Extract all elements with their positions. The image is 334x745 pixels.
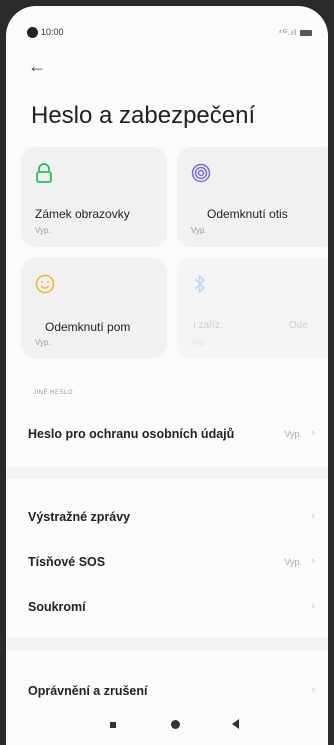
chevron-right-icon: › bbox=[311, 555, 315, 567]
tile-status: Vyp. bbox=[191, 226, 207, 235]
tile-label-secondary: Ode bbox=[289, 320, 308, 331]
row-privacy-password[interactable]: Heslo pro ochranu osobních údajů Vyp. › bbox=[6, 418, 328, 452]
home-circle-icon[interactable] bbox=[171, 720, 180, 729]
signal-indicator: ⁴ᴳ.ıl bbox=[278, 28, 312, 37]
tile-face-unlock[interactable]: Odemknutí pom Vyp. bbox=[21, 258, 167, 358]
row-alerts[interactable]: Výstražné zprávy › bbox=[6, 501, 328, 535]
battery-icon bbox=[300, 29, 312, 36]
bluetooth-icon bbox=[194, 274, 206, 294]
tile-status: Vyp. bbox=[191, 338, 207, 347]
row-label: Výstražné zprávy bbox=[28, 510, 131, 524]
row-label: Soukromí bbox=[28, 600, 86, 614]
status-time: 10:00 bbox=[41, 27, 64, 37]
row-permissions-revocation[interactable]: Oprávnění a zrušení › bbox=[6, 675, 328, 709]
chevron-right-icon: › bbox=[311, 427, 315, 439]
chevron-right-icon: › bbox=[311, 510, 315, 522]
section-header-other-password: JINÉ HESLO bbox=[33, 390, 74, 396]
row-label: Oprávnění a zrušení bbox=[28, 684, 148, 698]
signal-icon: ⁴ᴳ.ıl bbox=[278, 28, 297, 37]
lock-icon bbox=[36, 163, 52, 183]
tile-bluetooth-unlock[interactable]: ı zaříz. Ode Vyp. bbox=[177, 258, 328, 358]
row-label: Heslo pro ochranu osobních údajů bbox=[28, 427, 235, 441]
recents-square-icon[interactable] bbox=[110, 722, 116, 728]
tile-label: Odemknutí pom bbox=[45, 320, 131, 334]
back-triangle-icon[interactable] bbox=[232, 719, 239, 729]
tile-label: Zámek obrazovky bbox=[35, 207, 130, 221]
row-value: Vyp. bbox=[284, 557, 302, 567]
page-title: Heslo a zabezpečení bbox=[31, 102, 256, 129]
tile-status: Vyp. bbox=[35, 338, 51, 347]
row-label: Tísňové SOS bbox=[28, 555, 106, 569]
face-icon bbox=[35, 274, 55, 294]
camera-cutout bbox=[27, 27, 38, 38]
chevron-right-icon: › bbox=[311, 600, 315, 612]
row-emergency-sos[interactable]: Tísňové SOS Vyp. › bbox=[6, 546, 328, 580]
row-privacy[interactable]: Soukromí › bbox=[6, 591, 328, 625]
fingerprint-icon bbox=[191, 163, 211, 183]
back-arrow-icon[interactable]: ← bbox=[28, 56, 46, 77]
tile-label: ı zaříz. bbox=[193, 320, 224, 331]
tile-fingerprint-unlock[interactable]: Odemknutí otis Vyp. bbox=[177, 147, 328, 247]
phone-screen: 10:00 ⁴ᴳ.ıl ← Heslo a zabezpečení Zámek … bbox=[6, 6, 328, 745]
section-divider bbox=[6, 467, 328, 479]
section-divider bbox=[6, 638, 328, 650]
tile-label: Odemknutí otis bbox=[207, 207, 288, 221]
tile-screen-lock[interactable]: Zámek obrazovky Vyp. bbox=[21, 147, 167, 247]
status-bar: 10:00 ⁴ᴳ.ıl bbox=[6, 26, 328, 42]
tile-status: Vyp. bbox=[35, 226, 51, 235]
chevron-right-icon: › bbox=[311, 684, 315, 696]
navigation-bar bbox=[6, 707, 328, 745]
row-value: Vyp. bbox=[284, 429, 302, 439]
